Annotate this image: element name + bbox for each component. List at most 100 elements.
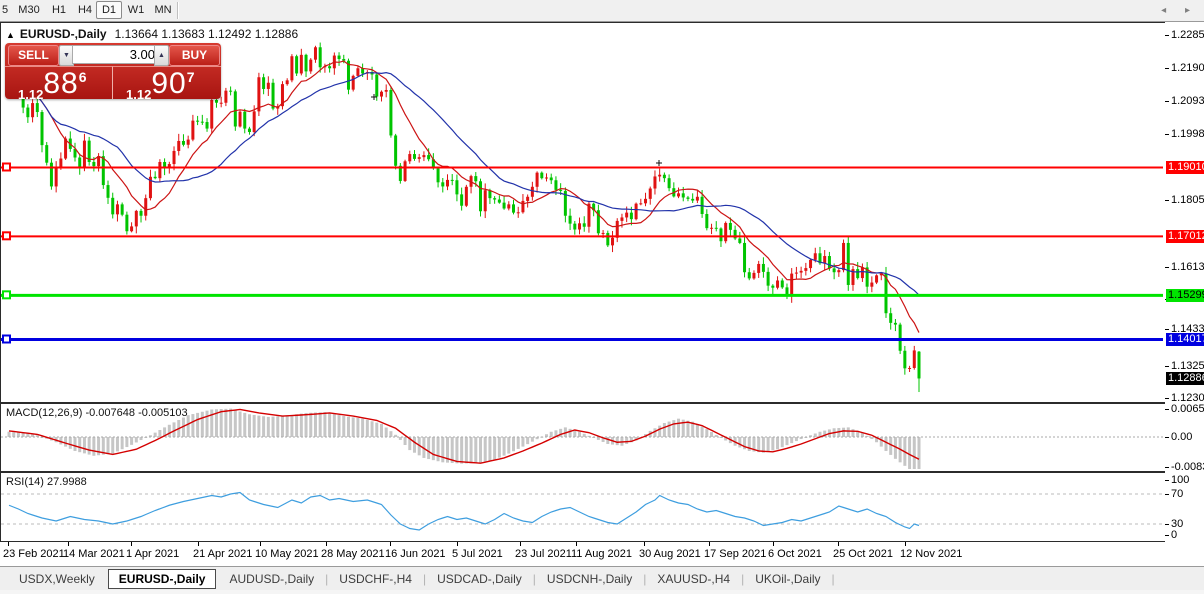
date-label: 23 Feb 2021 [3,548,65,560]
axis-tick [1165,200,1169,201]
one-click-trade-panel: SELL ▼ ▲ BUY 1.12886 1.12907 [5,43,221,99]
volume-input[interactable] [72,45,160,64]
axis-tick [1165,409,1169,410]
ask-price-button[interactable]: 1.12907 [113,66,221,99]
axis-tick [1165,68,1169,69]
date-label: 10 May 2021 [255,548,319,560]
ohlc-values: 1.13664 1.13683 1.12492 1.12886 [115,27,299,41]
ask-big-digits: 90 [151,67,186,100]
bid-prefix: 1.12 [18,87,43,102]
date-label: 11 Aug 2021 [571,548,632,560]
timeframe-button-h4[interactable]: H4 [74,1,96,19]
ask-prefix: 1.12 [126,87,151,102]
date-axis: 23 Feb 202114 Mar 20211 Apr 2021 21 Apr 2… [0,542,1204,566]
date-label: 1 Apr 2021 [126,548,179,560]
price-axis: 1.228551.219051.209301.199801.180551.161… [1165,22,1204,542]
axis-tick [1165,467,1169,468]
hline-handle[interactable] [3,291,10,298]
price-line-badge: 1.12886 [1166,372,1204,385]
hline-handle[interactable] [3,336,10,343]
chart-tab-bar: USDX,WeeklyEURUSD-,DailyAUDUSD-,Daily | US… [0,566,1204,590]
timeframe-toolbar: 5M30H1H4D1W1MN [0,0,1204,22]
date-tick [390,542,391,546]
timeframe-button-d1[interactable]: D1 [96,1,122,19]
price-axis-label: 1.13255 [1171,360,1204,372]
price-axis-label: 1.21905 [1171,62,1204,74]
buy-button[interactable]: BUY [169,45,220,66]
bid-price-button[interactable]: 1.12886 [5,66,113,99]
date-tick [8,542,9,546]
toolbar-separator [177,2,179,19]
chart-tab-usdcnh-daily[interactable]: USDCNH-,Daily [536,569,643,589]
macd-panel: MACD(12,26,9) -0.007648 -0.005103 [0,403,1166,472]
timeframe-button-m30[interactable]: M30 [14,1,44,19]
rsi-panel: RSI(14) 27.9988 [0,472,1166,542]
date-tick [838,542,839,546]
chart-tab-eurusd-daily[interactable]: EURUSD-,Daily [108,569,217,589]
date-tick [131,542,132,546]
date-tick [68,542,69,546]
axis-tick [1165,267,1169,268]
axis-tick [1165,437,1169,438]
rsi-axis-label: 70 [1171,488,1183,500]
axis-tick [1165,398,1169,399]
axis-tick [1165,134,1169,135]
axis-tick [1165,535,1169,536]
date-label: 12 Nov 2021 [900,548,962,560]
axis-tick [1165,524,1169,525]
price-axis-label: 1.20930 [1171,95,1204,107]
status-strip [0,590,1204,594]
macd-axis-label: -0.00832 [1171,461,1204,473]
chart-tab-usdcad-daily[interactable]: USDCAD-,Daily [426,569,533,589]
date-label: 25 Oct 2021 [833,548,893,560]
price-line-badge: 1.14017 [1166,333,1204,346]
rsi-axis-label: 0 [1171,529,1177,541]
date-tick [326,542,327,546]
axis-tick [1165,480,1169,481]
symbol-title: EURUSD-,Daily [20,27,107,41]
rsi-axis-label: 100 [1171,474,1189,486]
chart-tab-ukoil-daily[interactable]: UKOil-,Daily [744,569,831,589]
macd-label: MACD(12,26,9) -0.007648 -0.005103 [6,407,188,419]
chart-tab-usdx-weekly[interactable]: USDX,Weekly [8,569,106,589]
timeframe-button-h1[interactable]: H1 [48,1,70,19]
date-label: 14 Mar 2021 [63,548,125,560]
date-label: 30 Aug 2021 [639,548,701,560]
chevron-down-icon: ▼ [63,52,70,59]
hline-handle[interactable] [3,164,10,171]
price-axis-label: 1.22855 [1171,29,1204,41]
price-axis-label: 1.16130 [1171,261,1204,273]
rsi-label: RSI(14) 27.9988 [6,476,87,488]
panel-collapse-icon[interactable]: ▲ [6,30,15,40]
bid-pip-digit: 6 [79,69,87,85]
chart-tab-xauusd-h4[interactable]: XAUUSD-,H4 [646,569,741,589]
chart-header: ▲ EURUSD-,Daily 1.13664 1.13683 1.12492 1.… [6,27,298,41]
chart-tab-usdchf-h4[interactable]: USDCHF-,H4 [328,569,423,589]
bid-big-digits: 88 [43,67,78,100]
date-label: 6 Oct 2021 [768,548,822,560]
tab-scroll-arrows[interactable]: ◂ ▸ [1161,5,1198,16]
date-tick [773,542,774,546]
volume-increase-button[interactable]: ▲ [154,45,169,66]
timeframe-button-5[interactable]: 5 [0,1,10,19]
macd-axis-label: 0.00 [1171,431,1192,443]
timeframe-button-mn[interactable]: MN [150,1,176,19]
date-tick [709,542,710,546]
tab-divider: | [832,572,835,586]
rsi-chart [1,473,1163,539]
ask-pip-digit: 7 [187,69,195,85]
price-line-badge: 1.17012 [1166,230,1204,243]
date-label: 16 Jun 2021 [385,548,446,560]
axis-tick [1165,101,1169,102]
mt4-terminal: 5M30H1H4D1W1MN ▲ EURUSD-,Daily 1.13664 1.1… [0,0,1204,594]
date-tick [520,542,521,546]
timeframe-button-w1[interactable]: W1 [124,1,148,19]
sell-button[interactable]: SELL [8,45,59,66]
price-axis-label: 1.19980 [1171,128,1204,140]
date-label: 17 Sep 2021 [704,548,766,560]
date-label: 5 Jul 2021 [452,548,503,560]
date-tick [644,542,645,546]
hline-handle[interactable] [3,232,10,239]
date-label: 21 Apr 2021 [193,548,252,560]
chart-tab-audusd-daily[interactable]: AUDUSD-,Daily [218,569,325,589]
